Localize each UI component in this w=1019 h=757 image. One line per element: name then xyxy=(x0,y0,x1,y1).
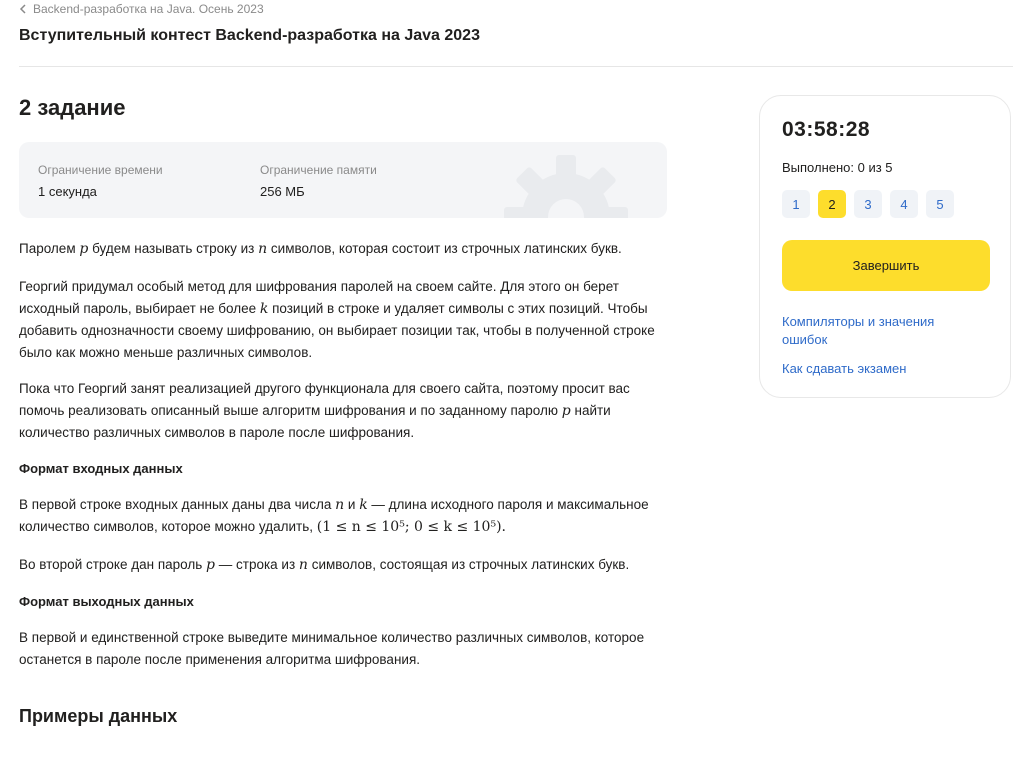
time-limit: Ограничение времени 1 секунда xyxy=(38,163,163,199)
task-button-2[interactable]: 2 xyxy=(818,190,846,218)
header-divider xyxy=(19,66,1013,67)
contest-title: Вступительный контест Backend-разработка… xyxy=(19,27,480,44)
task-button-5[interactable]: 5 xyxy=(926,190,954,218)
input-format-heading: Формат входных данных xyxy=(19,461,183,476)
time-limit-label: Ограничение времени xyxy=(38,163,163,177)
statement-paragraph-2: Георгий придумал особый метод для шифров… xyxy=(19,279,655,360)
task-button-4[interactable]: 4 xyxy=(890,190,918,218)
statement-paragraph-1: Паролем p будем называть строку из n сим… xyxy=(19,241,622,257)
input-format-paragraph-1: В первой строке входных данных даны два … xyxy=(19,497,649,535)
compilers-link[interactable]: Компиляторы и значения ошибок xyxy=(782,313,982,349)
countdown-timer: 03:58:28 xyxy=(782,118,871,141)
sidebar-card: 03:58:28 Выполнено: 0 из 5 1 2 3 4 5 Зав… xyxy=(759,95,1011,398)
examples-title: Примеры данных xyxy=(19,706,178,726)
memory-limit-value: 256 МБ xyxy=(260,184,305,199)
task-title: 2 задание xyxy=(19,95,126,120)
task-button-3[interactable]: 3 xyxy=(854,190,882,218)
limits-panel: Ограничение времени 1 секунда Ограничени… xyxy=(19,142,667,218)
time-limit-value: 1 секунда xyxy=(38,184,97,199)
input-format-paragraph-2: Во второй строке дан пароль p — строка и… xyxy=(19,557,630,573)
memory-limit: Ограничение памяти 256 МБ xyxy=(260,163,377,199)
progress-text: Выполнено: 0 из 5 xyxy=(782,160,893,175)
task-button-1[interactable]: 1 xyxy=(782,190,810,218)
task-navigation: 1 2 3 4 5 xyxy=(782,190,954,218)
finish-button[interactable]: Завершить xyxy=(782,240,990,291)
breadcrumb-label: Backend-разработка на Java. Осень 2023 xyxy=(33,2,264,16)
output-format-paragraph: В первой и единственной строке выведите … xyxy=(19,630,645,667)
statement-paragraph-3: Пока что Георгий занят реализацией друго… xyxy=(19,381,630,440)
output-format-heading: Формат выходных данных xyxy=(19,594,194,609)
gear-icon xyxy=(504,155,628,218)
breadcrumb[interactable]: Backend-разработка на Java. Осень 2023 xyxy=(19,2,264,16)
memory-limit-label: Ограничение памяти xyxy=(260,163,377,177)
exam-guide-link[interactable]: Как сдавать экзамен xyxy=(782,360,982,378)
chevron-left-icon xyxy=(19,4,26,14)
